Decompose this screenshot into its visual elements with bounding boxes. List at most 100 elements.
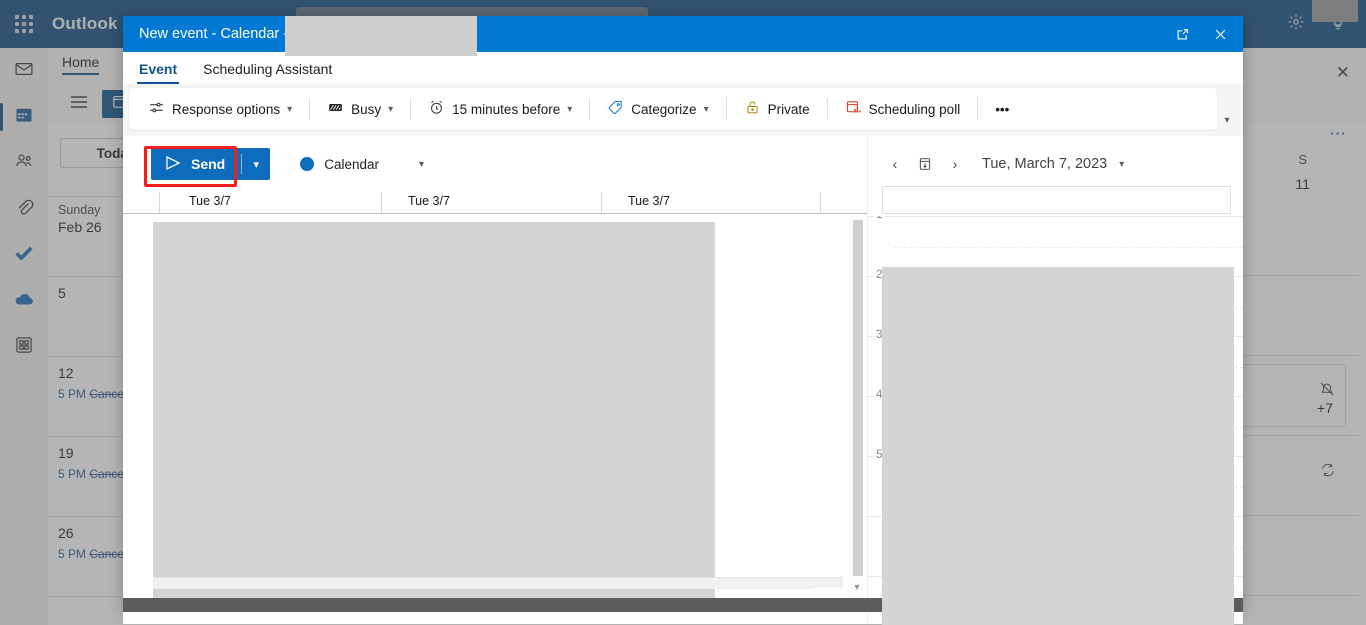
sidebar-item-onedrive[interactable] (0, 278, 48, 324)
tab-scheduling-assistant[interactable]: Scheduling Assistant (201, 61, 334, 84)
todo-icon (13, 242, 35, 269)
divider (381, 192, 382, 213)
gear-icon (1287, 13, 1305, 36)
calendar-color-dot (300, 157, 315, 171)
grid-column-header: Tue 3/7 (408, 194, 450, 208)
scroll-down-icon[interactable]: ▼ (850, 582, 864, 592)
scheduling-grid-header: Tue 3/7 Tue 3/7 Tue 3/7 (123, 192, 867, 214)
waffle-icon (15, 15, 33, 33)
ribbon-busy[interactable]: Busy ▾ (318, 94, 402, 124)
sliders-icon (148, 99, 165, 119)
event-time: 5 PM (58, 387, 90, 401)
screen: Outlook Home ✕ ⋯ Today S 11 Sunday Feb 2… (0, 0, 1366, 625)
mail-icon (14, 59, 34, 84)
day-peek-redaction (882, 267, 1234, 625)
chevron-down-icon: ▾ (287, 103, 293, 115)
brand-title: Outlook (52, 14, 118, 33)
ribbon-overflow[interactable]: ••• (986, 94, 1018, 124)
send-split-button[interactable]: Send ▾ (151, 148, 271, 180)
dialog-window-buttons (1163, 16, 1239, 52)
avatar[interactable] (1312, 0, 1358, 22)
pop-out-icon[interactable] (1163, 16, 1201, 52)
horizontal-scrollbar-thumb[interactable] (153, 578, 813, 589)
recurring-icon (1320, 462, 1336, 481)
day-number[interactable]: 11 (1249, 176, 1356, 192)
chevron-down-icon[interactable]: ▾ (419, 159, 424, 170)
ribbon-scheduling-poll[interactable]: Scheduling poll (836, 94, 970, 124)
ribbon-container: Response options ▾ Busy ▾ 15 minutes bef… (123, 84, 1243, 136)
sidebar-item-calendar[interactable] (0, 94, 48, 140)
dialog-title-bar: New event - Calendar - (123, 16, 1243, 56)
chevron-down-icon: ▾ (703, 103, 709, 115)
left-rail (0, 48, 48, 625)
new-event-dialog: New event - Calendar - Event Scheduling … (123, 16, 1243, 625)
ribbon-label: Categorize (631, 101, 697, 117)
day-letter: S (1298, 152, 1308, 167)
hamburger-icon (70, 95, 88, 114)
ribbon-reminder[interactable]: 15 minutes before ▾ (419, 94, 581, 124)
vertical-scrollbar-thumb[interactable] (853, 220, 863, 576)
divider (820, 192, 821, 213)
event-title: Cance (89, 467, 125, 481)
send-icon (164, 154, 182, 175)
chevron-left-icon[interactable]: ‹ (882, 151, 908, 177)
calendar-selector[interactable]: Calendar ▾ (300, 157, 424, 172)
send-button-label: Send (191, 156, 226, 172)
sidebar-item-files[interactable] (0, 186, 48, 232)
event-title: Cance (89, 387, 125, 401)
day-peek-pane: ‹ › Tue, March 7, 2023 ▾ 1 2 3 4 (868, 136, 1243, 625)
sidebar-item-todo[interactable] (0, 232, 48, 278)
chevron-down-icon: ▾ (567, 103, 573, 115)
send-row: Send ▾ Calendar ▾ (123, 136, 867, 192)
send-dropdown-button[interactable]: ▾ (242, 148, 270, 180)
ribbon-label: Scheduling poll (868, 101, 961, 117)
send-button[interactable]: Send (151, 148, 241, 180)
no-reminder-icon (1319, 381, 1335, 400)
chevron-down-icon[interactable]: ▾ (1119, 159, 1124, 170)
settings-button[interactable] (1276, 4, 1316, 44)
scheduling-grid[interactable]: ▼ (123, 214, 867, 602)
menu-toggle-button[interactable] (62, 90, 96, 118)
divider (725, 98, 727, 120)
all-day-row[interactable] (882, 186, 1231, 214)
busy-icon (327, 99, 344, 119)
calendar-day-icon[interactable] (912, 151, 938, 177)
event-time: 5 PM (58, 547, 90, 561)
divider (589, 98, 591, 120)
close-pane-button[interactable]: ✕ (1336, 63, 1350, 83)
sidebar-item-apps[interactable] (0, 324, 48, 370)
top-bar-actions: 2 (1276, 0, 1366, 48)
ribbon-expand-button[interactable]: ▾ (1217, 110, 1237, 130)
ribbon-response-options[interactable]: Response options ▾ (139, 94, 301, 124)
sidebar-item-mail[interactable] (0, 48, 48, 94)
ribbon-private[interactable]: Private (735, 94, 819, 124)
people-icon (14, 151, 34, 176)
dialog-tab-strip: Event Scheduling Assistant (123, 52, 1243, 84)
apps-icon (14, 335, 34, 360)
chevron-down-icon: ▾ (388, 103, 394, 115)
horizontal-scrollbar[interactable] (153, 577, 843, 589)
onedrive-icon (13, 288, 35, 315)
more-options-button[interactable]: ⋯ (1329, 124, 1348, 144)
ribbon: Response options ▾ Busy ▾ 15 minutes bef… (129, 88, 1217, 130)
grid-redaction (153, 222, 715, 600)
ribbon-label: Private (767, 101, 810, 117)
alarm-clock-icon (428, 99, 445, 119)
sidebar-item-people[interactable] (0, 140, 48, 186)
poll-icon (845, 99, 862, 119)
day-peek-nav: ‹ › Tue, March 7, 2023 ▾ (868, 136, 1243, 192)
grid-column-header: Tue 3/7 (189, 194, 231, 208)
compose-area: Send ▾ Calendar ▾ Tue 3/7 Tue 3/7 Tue 3/… (123, 136, 1243, 625)
divider (309, 98, 311, 120)
ribbon-categorize[interactable]: Categorize ▾ (598, 94, 717, 124)
divider (601, 192, 602, 213)
close-icon[interactable] (1201, 16, 1239, 52)
more-icon: ••• (995, 101, 1010, 117)
attachments-icon (14, 197, 34, 222)
grid-column-header: Tue 3/7 (628, 194, 670, 208)
tab-event[interactable]: Event (137, 61, 180, 84)
chevron-right-icon[interactable]: › (942, 151, 968, 177)
tab-home[interactable]: Home (62, 54, 100, 75)
lock-icon (744, 99, 761, 119)
app-launcher-button[interactable] (0, 0, 48, 48)
